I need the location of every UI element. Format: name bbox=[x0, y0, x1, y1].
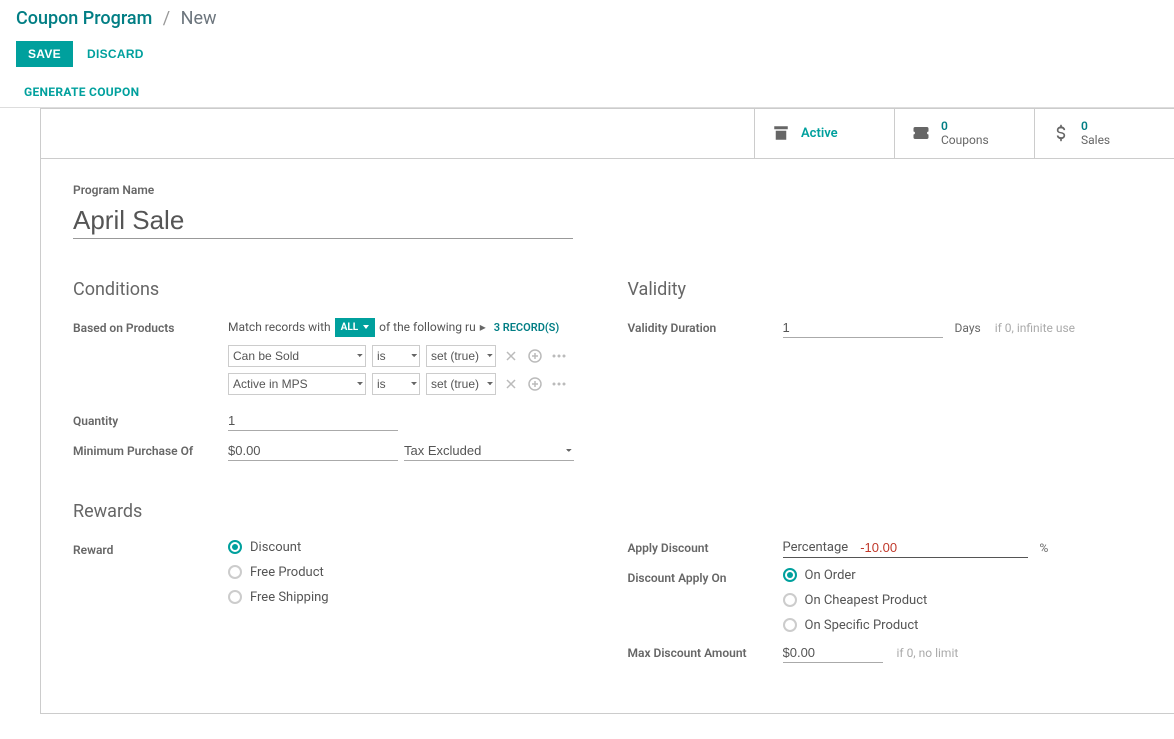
stat-coupons-count: 0 bbox=[941, 119, 989, 133]
discount-value-input[interactable] bbox=[860, 538, 1020, 557]
arrow-right-icon: ▸ bbox=[480, 320, 486, 334]
rule-add-1[interactable] bbox=[526, 375, 544, 393]
discard-button[interactable]: DISCARD bbox=[87, 47, 144, 61]
archive-icon bbox=[771, 123, 791, 143]
max-discount-input[interactable] bbox=[783, 643, 883, 663]
breadcrumb-current: New bbox=[181, 8, 217, 29]
section-conditions: Conditions bbox=[73, 279, 588, 300]
reward-option-free-shipping[interactable]: Free Shipping bbox=[228, 590, 329, 605]
min-purchase-input[interactable] bbox=[228, 441, 398, 461]
breadcrumb-parent[interactable]: Coupon Program bbox=[16, 8, 152, 29]
validity-duration-input[interactable] bbox=[783, 318, 943, 338]
radio-icon bbox=[783, 568, 797, 582]
records-link[interactable]: 3 RECORD(S) bbox=[494, 321, 560, 334]
rule-val-0[interactable]: set (true) bbox=[426, 345, 496, 367]
rule-delete-1[interactable] bbox=[502, 375, 520, 393]
radio-icon bbox=[228, 540, 242, 554]
reward-option-free-product[interactable]: Free Product bbox=[228, 565, 329, 580]
stat-sales-count: 0 bbox=[1081, 119, 1110, 133]
rule-field-1[interactable]: Active in MPS bbox=[228, 373, 366, 395]
stat-buttons: Active 0 Coupons 0 Sales bbox=[41, 109, 1174, 159]
rule-op-0[interactable]: is bbox=[372, 345, 420, 367]
rule-field-0[interactable]: Can be Sold bbox=[228, 345, 366, 367]
discount-unit: % bbox=[1040, 541, 1049, 555]
ticket-icon bbox=[911, 123, 931, 143]
action-row: SAVE DISCARD bbox=[0, 37, 1174, 77]
rule-delete-0[interactable] bbox=[502, 347, 520, 365]
rule-row-0: Can be Sold is set (true) bbox=[228, 345, 588, 367]
label-quantity: Quantity bbox=[73, 411, 218, 428]
radio-icon bbox=[783, 618, 797, 632]
stat-active-label: Active bbox=[801, 126, 838, 141]
breadcrumb-separator: / bbox=[163, 8, 170, 29]
quantity-input[interactable] bbox=[228, 411, 398, 431]
apply-on-order[interactable]: On Order bbox=[783, 568, 928, 583]
section-rewards: Rewards bbox=[73, 501, 588, 522]
radio-icon bbox=[228, 590, 242, 604]
match-all-badge[interactable]: ALL bbox=[335, 318, 376, 337]
save-button[interactable]: SAVE bbox=[16, 41, 73, 67]
validity-hint: if 0, infinite use bbox=[995, 321, 1075, 335]
label-based-on-products: Based on Products bbox=[73, 318, 218, 335]
apply-on-cheapest[interactable]: On Cheapest Product bbox=[783, 593, 928, 608]
stat-sales[interactable]: 0 Sales bbox=[1034, 109, 1174, 158]
rule-add-0[interactable] bbox=[526, 347, 544, 365]
rule-row-1: Active in MPS is set (true) bbox=[228, 373, 588, 395]
match-prefix: Match records with bbox=[228, 320, 331, 334]
max-discount-hint: if 0, no limit bbox=[897, 646, 959, 660]
dollar-icon bbox=[1051, 123, 1071, 143]
label-apply-discount: Apply Discount bbox=[628, 538, 773, 555]
program-name-input[interactable] bbox=[73, 203, 573, 239]
label-discount-apply-on: Discount Apply On bbox=[628, 568, 773, 585]
apply-on-specific[interactable]: On Specific Product bbox=[783, 618, 928, 633]
stat-coupons[interactable]: 0 Coupons bbox=[894, 109, 1034, 158]
label-reward: Reward bbox=[73, 540, 218, 557]
label-max-discount: Max Discount Amount bbox=[628, 643, 773, 660]
reward-option-discount[interactable]: Discount bbox=[228, 540, 329, 555]
breadcrumb: Coupon Program / New bbox=[0, 0, 1174, 37]
stat-coupons-label: Coupons bbox=[941, 133, 989, 147]
program-name-label: Program Name bbox=[73, 183, 1142, 197]
rule-more-0[interactable] bbox=[550, 347, 568, 365]
section-validity: Validity bbox=[628, 279, 1143, 300]
radio-icon bbox=[228, 565, 242, 579]
label-validity-duration: Validity Duration bbox=[628, 318, 773, 335]
stat-sales-label: Sales bbox=[1081, 133, 1110, 147]
tax-select[interactable]: Tax Excluded bbox=[404, 441, 574, 461]
discount-type[interactable]: Percentage bbox=[783, 540, 849, 555]
label-min-purchase: Minimum Purchase Of bbox=[73, 441, 218, 458]
validity-unit: Days bbox=[955, 321, 981, 335]
rule-op-1[interactable]: is bbox=[372, 373, 420, 395]
radio-icon bbox=[783, 593, 797, 607]
generate-coupon-button[interactable]: GENERATE COUPON bbox=[0, 77, 1174, 108]
rule-val-1[interactable]: set (true) bbox=[426, 373, 496, 395]
stat-active[interactable]: Active bbox=[754, 109, 894, 158]
form-sheet: Active 0 Coupons 0 Sales bbox=[40, 108, 1174, 714]
match-suffix: of the following ru bbox=[379, 320, 476, 334]
rule-more-1[interactable] bbox=[550, 375, 568, 393]
